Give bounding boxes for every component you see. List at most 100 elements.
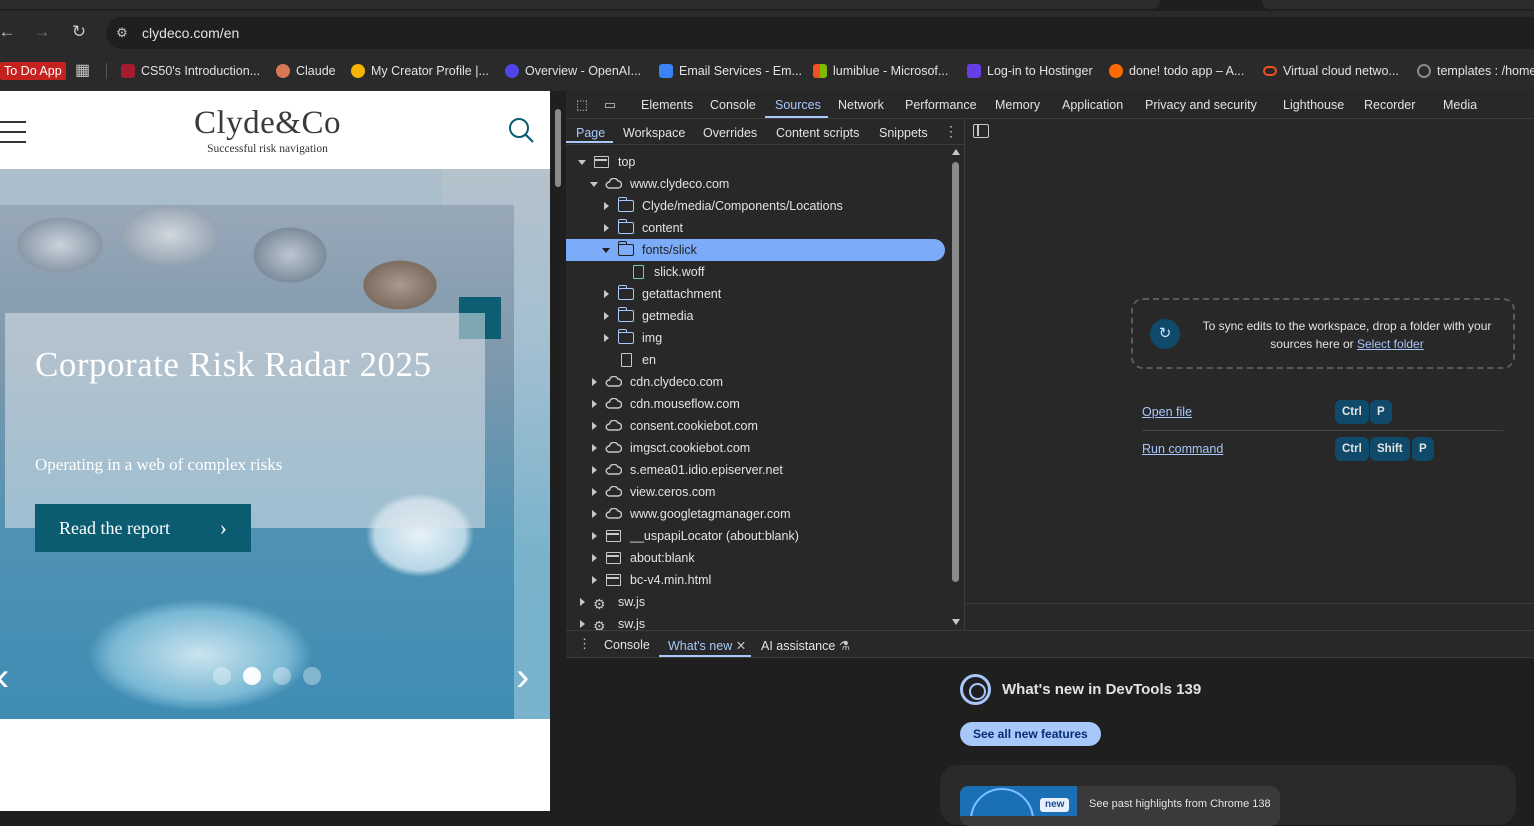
browser-tab-background-2[interactable] (1262, 0, 1534, 9)
apps-grid-icon[interactable]: ▦ (75, 62, 90, 80)
site-info-icon[interactable]: ⚙ (112, 23, 132, 43)
menu-icon[interactable] (0, 121, 26, 143)
carousel-dot-active[interactable] (243, 667, 261, 685)
expand-arrow-icon[interactable] (592, 488, 597, 496)
tab-network[interactable]: Network (838, 98, 884, 112)
carousel-next-icon[interactable]: › (516, 657, 529, 697)
tree-item-frame[interactable]: __uspapiLocator (about:blank) (566, 525, 946, 547)
expand-arrow-icon[interactable] (604, 290, 609, 298)
tab-sources[interactable]: Sources (775, 98, 821, 112)
bookmark-cs50[interactable]: CS50's Introduction... (121, 62, 260, 80)
tab-application[interactable]: Application (1062, 98, 1123, 112)
run-command-link[interactable]: Run command (1142, 442, 1223, 456)
expand-arrow-icon[interactable] (604, 202, 609, 210)
tree-item-folder[interactable]: content (566, 217, 946, 239)
tab-recorder[interactable]: Recorder (1364, 98, 1415, 112)
url-text[interactable]: clydeco.com/en (142, 25, 239, 41)
expand-arrow-icon[interactable] (578, 160, 586, 165)
tree-item-domain[interactable]: s.emea01.idio.episerver.net (566, 459, 946, 481)
browser-tab-background[interactable] (0, 0, 1160, 9)
reload-icon[interactable]: ↻ (69, 22, 89, 42)
expand-arrow-icon[interactable] (592, 576, 597, 584)
toggle-navigator-icon[interactable] (973, 124, 989, 138)
expand-arrow-icon[interactable] (602, 248, 610, 253)
page-scrollbar[interactable] (550, 91, 566, 811)
tree-item-folder[interactable]: Clyde/media/Components/Locations (566, 195, 946, 217)
tree-item-folder[interactable]: img (566, 327, 946, 349)
tree-item-domain[interactable]: cdn.clydeco.com (566, 371, 946, 393)
tree-item-domain[interactable]: imgsct.cookiebot.com (566, 437, 946, 459)
tab-performance[interactable]: Performance (905, 98, 977, 112)
bookmark-openai[interactable]: Overview - OpenAI... (505, 62, 641, 80)
tree-item-service-worker[interactable]: ⚙ sw.js (566, 613, 946, 630)
tree-item-file[interactable]: en (566, 349, 946, 371)
page-scrollbar-thumb[interactable] (555, 109, 561, 187)
carousel-dot[interactable] (303, 667, 321, 685)
bookmark-claude[interactable]: Claude (276, 62, 336, 80)
carousel-prev-icon[interactable]: ‹ (0, 657, 9, 697)
tree-scrollbar-thumb[interactable] (952, 162, 959, 582)
tree-scroll-up-icon[interactable] (952, 149, 960, 155)
tree-item-domain[interactable]: www.googletagmanager.com (566, 503, 946, 525)
expand-arrow-icon[interactable] (592, 400, 597, 408)
close-icon[interactable]: ✕ (736, 639, 746, 653)
bookmark-hostinger[interactable]: Log-in to Hostinger (967, 62, 1093, 80)
expand-arrow-icon[interactable] (580, 598, 585, 606)
subtab-page[interactable]: Page (576, 126, 605, 140)
tree-item-frame[interactable]: bc-v4.min.html (566, 569, 946, 591)
read-report-button[interactable]: Read the report › (35, 504, 251, 552)
expand-arrow-icon[interactable] (592, 532, 597, 540)
expand-arrow-icon[interactable] (580, 620, 585, 628)
bookmark-lumiblue[interactable]: lumiblue - Microsof... (813, 62, 948, 80)
tree-scroll-down-icon[interactable] (952, 619, 960, 625)
expand-arrow-icon[interactable] (592, 444, 597, 452)
expand-arrow-icon[interactable] (604, 334, 609, 342)
tree-item-folder[interactable]: getattachment (566, 283, 946, 305)
open-file-link[interactable]: Open file (1142, 405, 1192, 419)
drawer-tab-console[interactable]: Console (604, 638, 650, 652)
tree-item-service-worker[interactable]: ⚙ sw.js (566, 591, 946, 613)
address-bar[interactable] (106, 17, 1534, 49)
more-tabs-icon[interactable]: ⋮ (944, 123, 958, 140)
tab-privacy-security[interactable]: Privacy and security (1145, 98, 1257, 112)
search-icon[interactable] (507, 116, 535, 144)
navigator-divider[interactable] (964, 119, 965, 630)
tree-item-frame[interactable]: about:blank (566, 547, 946, 569)
forward-arrow-icon[interactable]: → (32, 22, 52, 42)
tree-item-domain[interactable]: cdn.mouseflow.com (566, 393, 946, 415)
drawer-menu-icon[interactable]: ⋮ (578, 636, 591, 652)
expand-arrow-icon[interactable] (590, 182, 598, 187)
bookmark-todo-app-2[interactable]: done! todo app – A... (1109, 62, 1244, 80)
past-highlights-text[interactable]: See past highlights from Chrome 138 (1089, 798, 1271, 810)
tree-item-domain[interactable]: view.ceros.com (566, 481, 946, 503)
subtab-overrides[interactable]: Overrides (703, 126, 757, 140)
bookmark-creator-profile[interactable]: My Creator Profile |... (351, 62, 489, 80)
see-all-features-button[interactable]: See all new features (960, 722, 1101, 746)
tree-item-file[interactable]: slick.woff (566, 261, 946, 283)
expand-arrow-icon[interactable] (592, 466, 597, 474)
tab-media[interactable]: Media (1443, 98, 1477, 112)
tree-item-domain[interactable]: www.clydeco.com (566, 173, 946, 195)
carousel-dot[interactable] (273, 667, 291, 685)
drawer-tab-ai-assistance[interactable]: AI assistance ⚗ (761, 638, 850, 653)
subtab-workspace[interactable]: Workspace (623, 126, 685, 140)
subtab-content-scripts[interactable]: Content scripts (776, 126, 859, 140)
bookmark-virtual-cloud[interactable]: Virtual cloud netwo... (1263, 62, 1399, 80)
expand-arrow-icon[interactable] (592, 378, 597, 386)
inspect-element-icon[interactable]: ⬚ (574, 97, 590, 113)
tree-item-top[interactable]: top (566, 151, 946, 173)
tab-memory[interactable]: Memory (995, 98, 1040, 112)
tree-item-folder-selected[interactable]: fonts/slick (566, 239, 945, 261)
tree-item-folder[interactable]: getmedia (566, 305, 946, 327)
tab-lighthouse[interactable]: Lighthouse (1283, 98, 1344, 112)
drawer-tab-whats-new[interactable]: What's new ✕ (668, 638, 746, 653)
expand-arrow-icon[interactable] (604, 224, 609, 232)
tree-item-domain[interactable]: consent.cookiebot.com (566, 415, 946, 437)
expand-arrow-icon[interactable] (604, 312, 609, 320)
bookmark-todo-app[interactable]: To Do App (0, 62, 66, 80)
select-folder-link[interactable]: Select folder (1357, 337, 1424, 351)
bookmark-email-services[interactable]: Email Services - Em... (659, 62, 802, 80)
device-toolbar-icon[interactable]: ▭ (602, 97, 618, 113)
subtab-snippets[interactable]: Snippets (879, 126, 928, 140)
site-logo[interactable]: Clyde&Co (185, 105, 350, 142)
